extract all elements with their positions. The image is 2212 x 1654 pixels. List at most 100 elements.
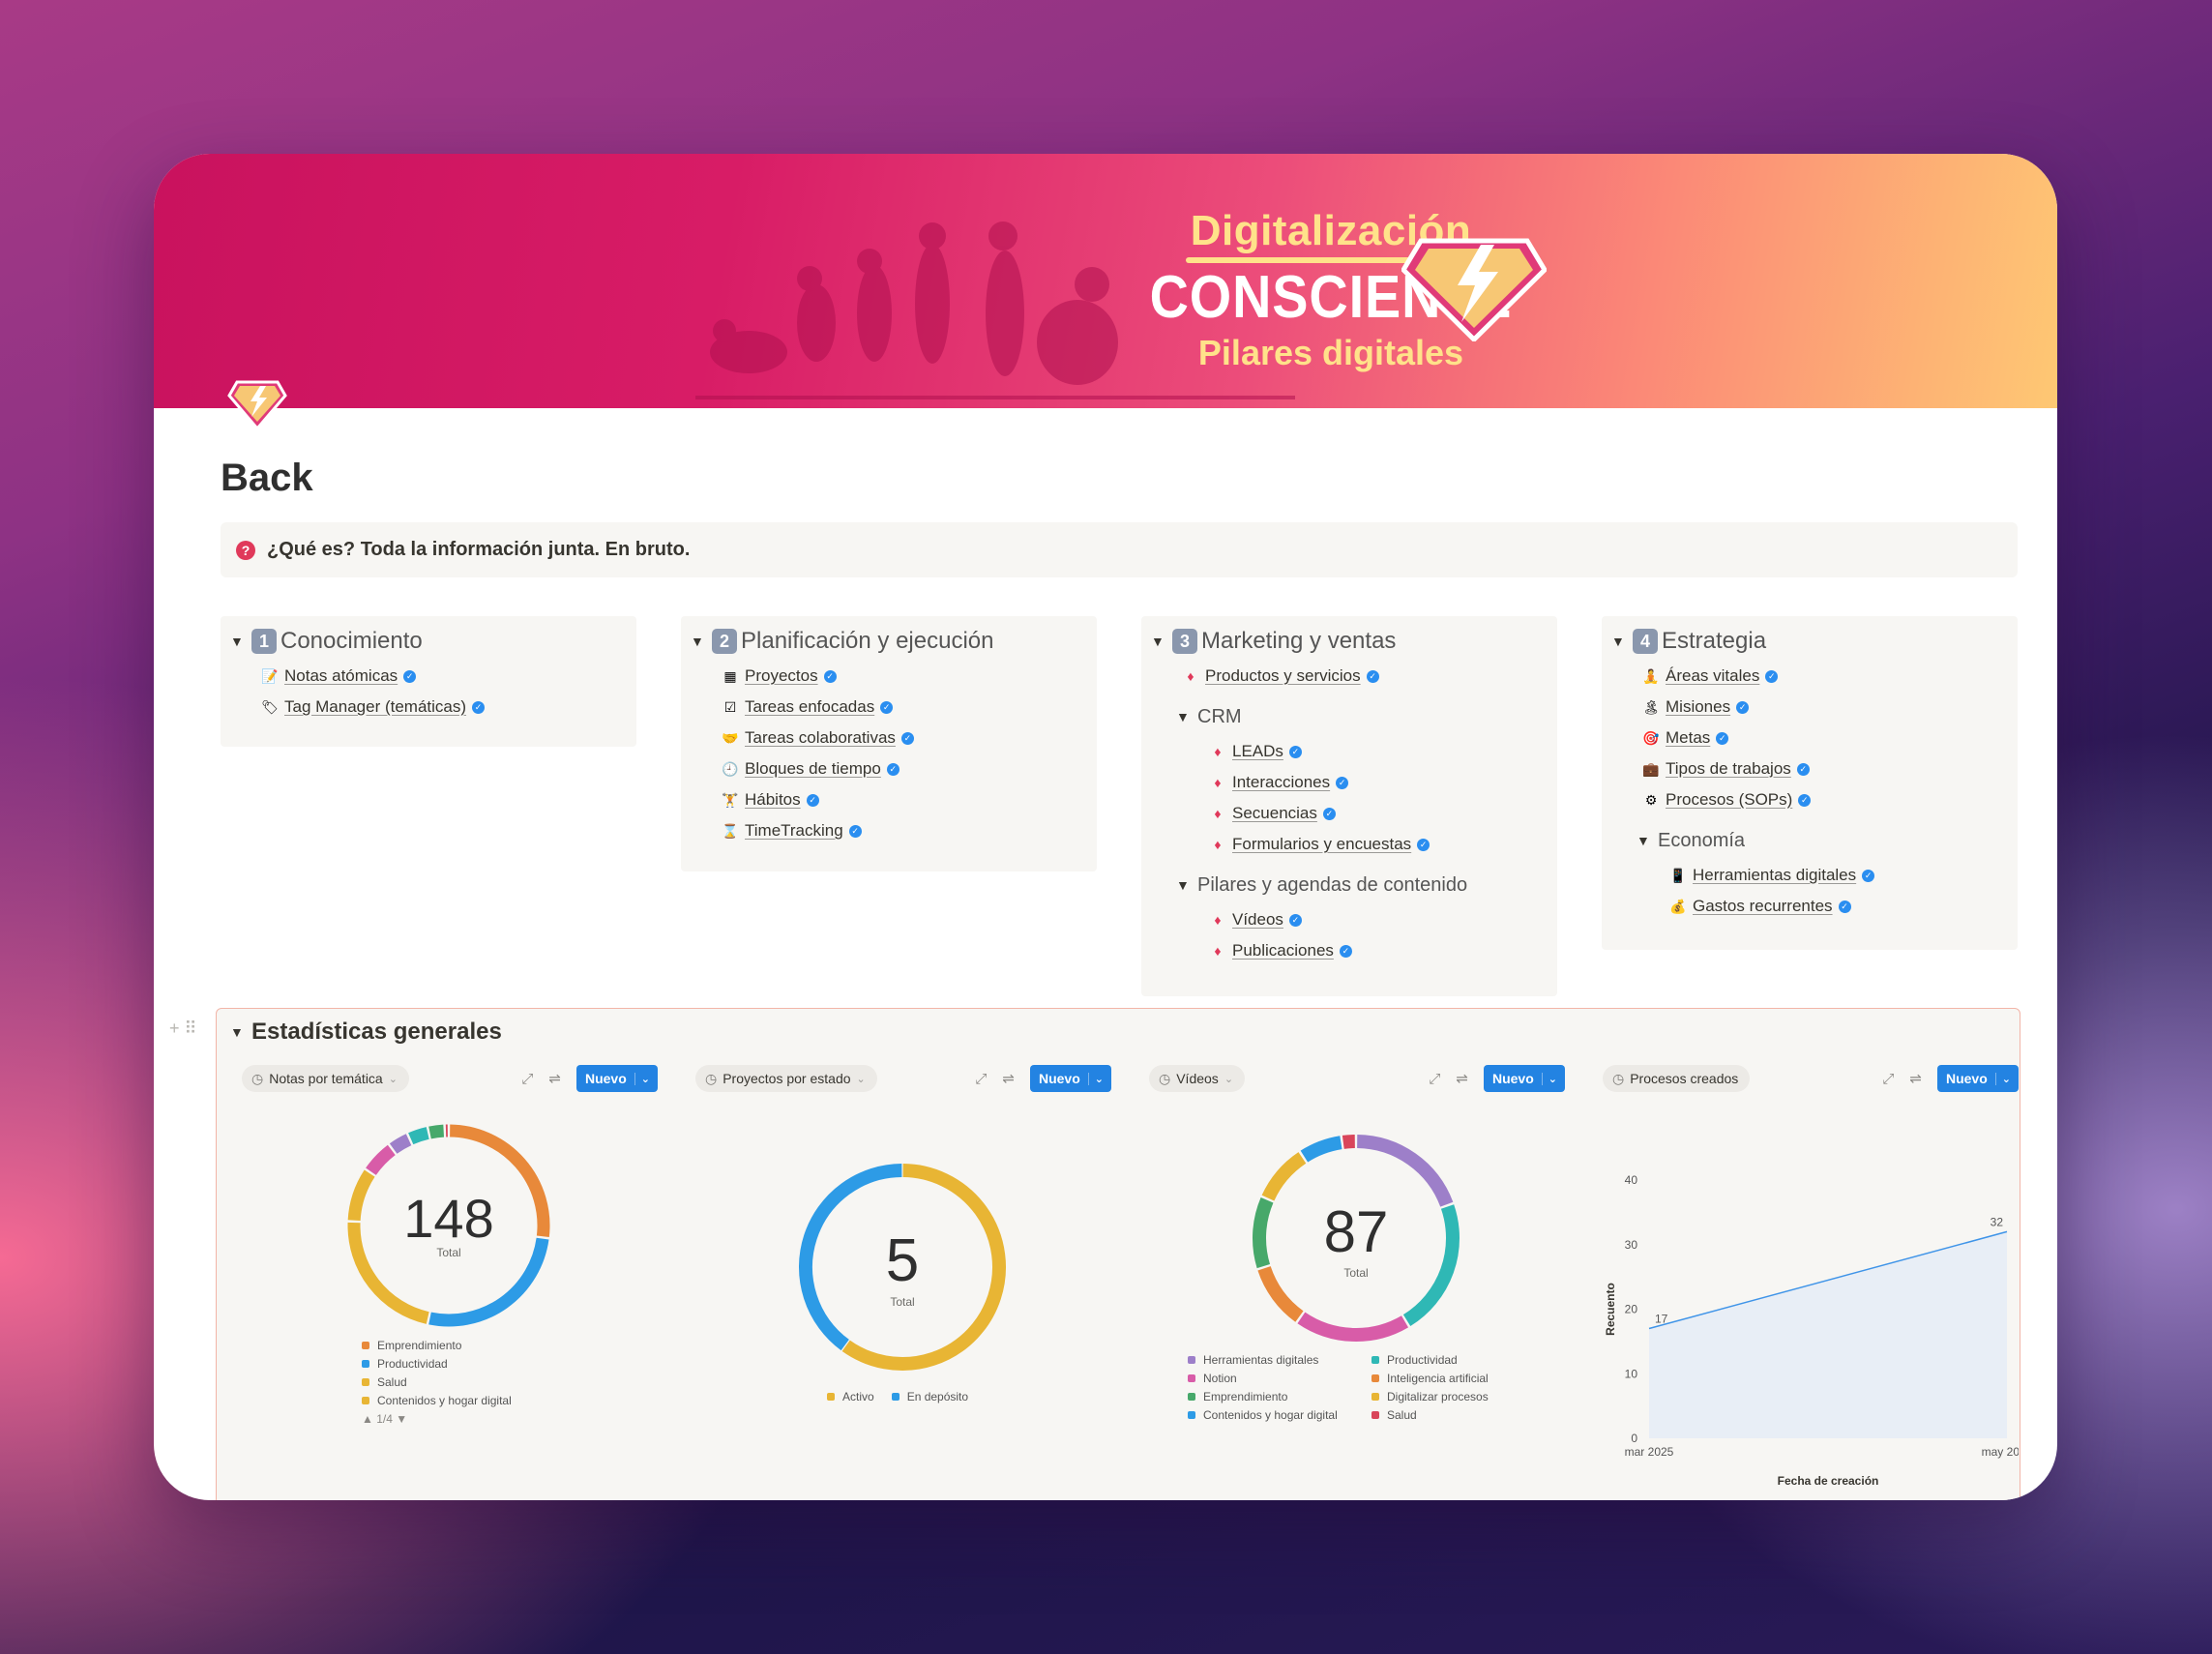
link-tareas-enfocadas[interactable]: ☑ Tareas enfocadas ✓ (691, 692, 1087, 723)
toggle-header[interactable]: ▼ 3 Marketing y ventas (1151, 622, 1548, 661)
toggle-triangle-icon[interactable]: ▼ (1637, 833, 1658, 848)
view-selector[interactable]: ◷ Notas por temática ⌄ (242, 1065, 409, 1092)
link-label[interactable]: Áreas vitales (1666, 666, 1759, 686)
new-button[interactable]: Nuevo ⌄ (575, 1065, 658, 1092)
link-label[interactable]: Tag Manager (temáticas) (284, 697, 466, 717)
link-notas-atomicas[interactable]: 📝 Notas atómicas ✓ (230, 661, 627, 692)
donut-slice[interactable] (1297, 1312, 1409, 1342)
link-label[interactable]: Vídeos (1232, 910, 1283, 930)
link-interacciones[interactable]: ♦ Interacciones ✓ (1151, 767, 1548, 798)
area-chart-procesos[interactable]: 0 10 20 30 40 mar 2025 may 2025 17 32 Recuento Fec… (1603, 1101, 2019, 1500)
donut-slice[interactable] (1342, 1135, 1355, 1149)
link-timetracking[interactable]: ⌛ TimeTracking ✓ (691, 815, 1087, 846)
link-tareas-colaborativas[interactable]: 🤝 Tareas colaborativas ✓ (691, 723, 1087, 753)
donut-chart-notas[interactable]: 148Total (242, 1101, 658, 1333)
link-label[interactable]: LEADs (1232, 742, 1283, 761)
legend-item[interactable]: Emprendimiento (362, 1336, 512, 1354)
new-button[interactable]: Nuevo ⌄ (1483, 1065, 1565, 1092)
toggle-triangle-icon[interactable]: ▼ (230, 1024, 251, 1040)
link-label[interactable]: Interacciones (1232, 773, 1330, 792)
donut-slice[interactable] (1261, 1152, 1307, 1201)
chevron-down-icon[interactable]: ⌄ (1087, 1072, 1104, 1085)
link-habitos[interactable]: 🏋 Hábitos ✓ (691, 784, 1087, 815)
legend-item[interactable]: Salud (362, 1373, 512, 1391)
link-label[interactable]: Tareas enfocadas (745, 697, 874, 717)
toggle-triangle-icon[interactable]: ▼ (230, 634, 251, 649)
donut-slice[interactable] (841, 1164, 1006, 1371)
donut-slice[interactable] (366, 1144, 396, 1176)
page-cover[interactable]: Digitalización CONSCIENTE Pilares digita… (154, 154, 2057, 408)
expand-icon[interactable]: ⤢ (1882, 1071, 1894, 1087)
toggle-economia[interactable]: ▼ Economía (1611, 821, 2008, 860)
link-label[interactable]: Herramientas digitales (1693, 866, 1856, 885)
legend-item[interactable]: Contenidos y hogar digital (362, 1391, 512, 1409)
link-label[interactable]: Notas atómicas (284, 666, 398, 686)
legend-item[interactable]: En depósito (891, 1387, 968, 1405)
legend-item[interactable]: Herramientas digitales (1188, 1350, 1371, 1369)
link-tipos-de-trabajos[interactable]: 💼 Tipos de trabajos ✓ (1611, 753, 2008, 784)
settings-sliders-icon[interactable]: ⇌ (1456, 1070, 1468, 1087)
toggle-triangle-icon[interactable]: ▼ (1611, 634, 1633, 649)
legend-pager[interactable]: ▲ 1/4 ▼ (362, 1412, 407, 1426)
link-label[interactable]: Bloques de tiempo (745, 759, 881, 779)
donut-chart-proyectos[interactable]: 5Total (695, 1101, 1111, 1372)
link-herramientas-digitales[interactable]: 📱 Herramientas digitales ✓ (1611, 860, 2008, 891)
link-label[interactable]: Hábitos (745, 790, 801, 810)
toggle-header[interactable]: ▼ 1 Conocimiento (230, 622, 627, 661)
donut-slice[interactable] (1356, 1135, 1454, 1207)
toggle-triangle-icon[interactable]: ▼ (1176, 877, 1197, 893)
legend-item[interactable]: Salud (1371, 1405, 1555, 1424)
toggle-crm[interactable]: ▼ CRM (1151, 697, 1548, 736)
legend-item[interactable]: Inteligencia artificial (1371, 1369, 1555, 1387)
link-areas-vitales[interactable]: 🧘 Áreas vitales ✓ (1611, 661, 2008, 692)
legend-item[interactable]: Digitalizar procesos (1371, 1387, 1555, 1405)
toggle-triangle-icon[interactable]: ▼ (691, 634, 712, 649)
donut-slice[interactable] (1257, 1265, 1304, 1322)
chevron-down-icon[interactable]: ⌄ (634, 1072, 650, 1085)
link-label[interactable]: Metas (1666, 728, 1710, 748)
toggle-triangle-icon[interactable]: ▼ (1176, 709, 1197, 724)
link-bloques-de-tiempo[interactable]: 🕘 Bloques de tiempo ✓ (691, 753, 1087, 784)
legend-item[interactable]: Notion (1188, 1369, 1371, 1387)
link-label[interactable]: Publicaciones (1232, 941, 1334, 960)
link-label[interactable]: TimeTracking (745, 821, 843, 841)
donut-chart-videos[interactable]: 87 Total (1149, 1101, 1565, 1343)
toggle-triangle-icon[interactable]: ▼ (1151, 634, 1172, 649)
view-selector[interactable]: ◷ Vídeos ⌄ (1149, 1065, 1246, 1092)
donut-slice[interactable] (389, 1134, 412, 1154)
link-label[interactable]: Secuencias (1232, 804, 1317, 823)
expand-icon[interactable]: ⤢ (521, 1071, 533, 1087)
link-secuencias[interactable]: ♦ Secuencias ✓ (1151, 798, 1548, 829)
toggle-header[interactable]: ▼ 2 Planificación y ejecución (691, 622, 1087, 661)
settings-sliders-icon[interactable]: ⇌ (548, 1070, 561, 1087)
page-gem-icon[interactable] (227, 378, 287, 430)
legend-item[interactable]: Contenidos y hogar digital (1188, 1405, 1371, 1424)
settings-sliders-icon[interactable]: ⇌ (1002, 1070, 1015, 1087)
link-procesos-sops[interactable]: ⚙ Procesos (SOPs) ✓ (1611, 784, 2008, 815)
link-label[interactable]: Gastos recurrentes (1693, 897, 1833, 916)
chevron-down-icon[interactable]: ⌄ (1994, 1072, 2011, 1085)
link-label[interactable]: Procesos (SOPs) (1666, 790, 1792, 810)
link-label[interactable]: Formularios y encuestas (1232, 835, 1411, 854)
link-label[interactable]: Tipos de trabajos (1666, 759, 1791, 779)
link-metas[interactable]: 🎯 Metas ✓ (1611, 723, 2008, 753)
new-button[interactable]: Nuevo ⌄ (1029, 1065, 1111, 1092)
toggle-header[interactable]: ▼ 4 Estrategia (1611, 622, 2008, 661)
donut-slice[interactable] (1253, 1197, 1274, 1269)
link-label[interactable]: Proyectos (745, 666, 818, 686)
link-label[interactable]: Misiones (1666, 697, 1730, 717)
legend-item[interactable]: Activo (827, 1387, 874, 1405)
link-proyectos[interactable]: ▦ Proyectos ✓ (691, 661, 1087, 692)
toggle-pilares[interactable]: ▼ Pilares y agendas de contenido (1151, 866, 1548, 904)
donut-slice[interactable] (1300, 1136, 1342, 1163)
legend-item[interactable]: Productividad (362, 1354, 512, 1373)
view-selector[interactable]: ◷ Procesos creados (1603, 1065, 1751, 1092)
stats-toggle[interactable]: ▼ Estadísticas generales (230, 1019, 502, 1046)
link-leads[interactable]: ♦ LEADs ✓ (1151, 736, 1548, 767)
chevron-down-icon[interactable]: ⌄ (1541, 1072, 1557, 1085)
donut-slice[interactable] (347, 1169, 375, 1222)
link-label[interactable]: Productos y servicios (1205, 666, 1361, 686)
block-drag-handle-icon[interactable]: + ⠿ (169, 1019, 197, 1039)
link-misiones[interactable]: 🏝 Misiones ✓ (1611, 692, 2008, 723)
legend-item[interactable]: Productividad (1371, 1350, 1555, 1369)
